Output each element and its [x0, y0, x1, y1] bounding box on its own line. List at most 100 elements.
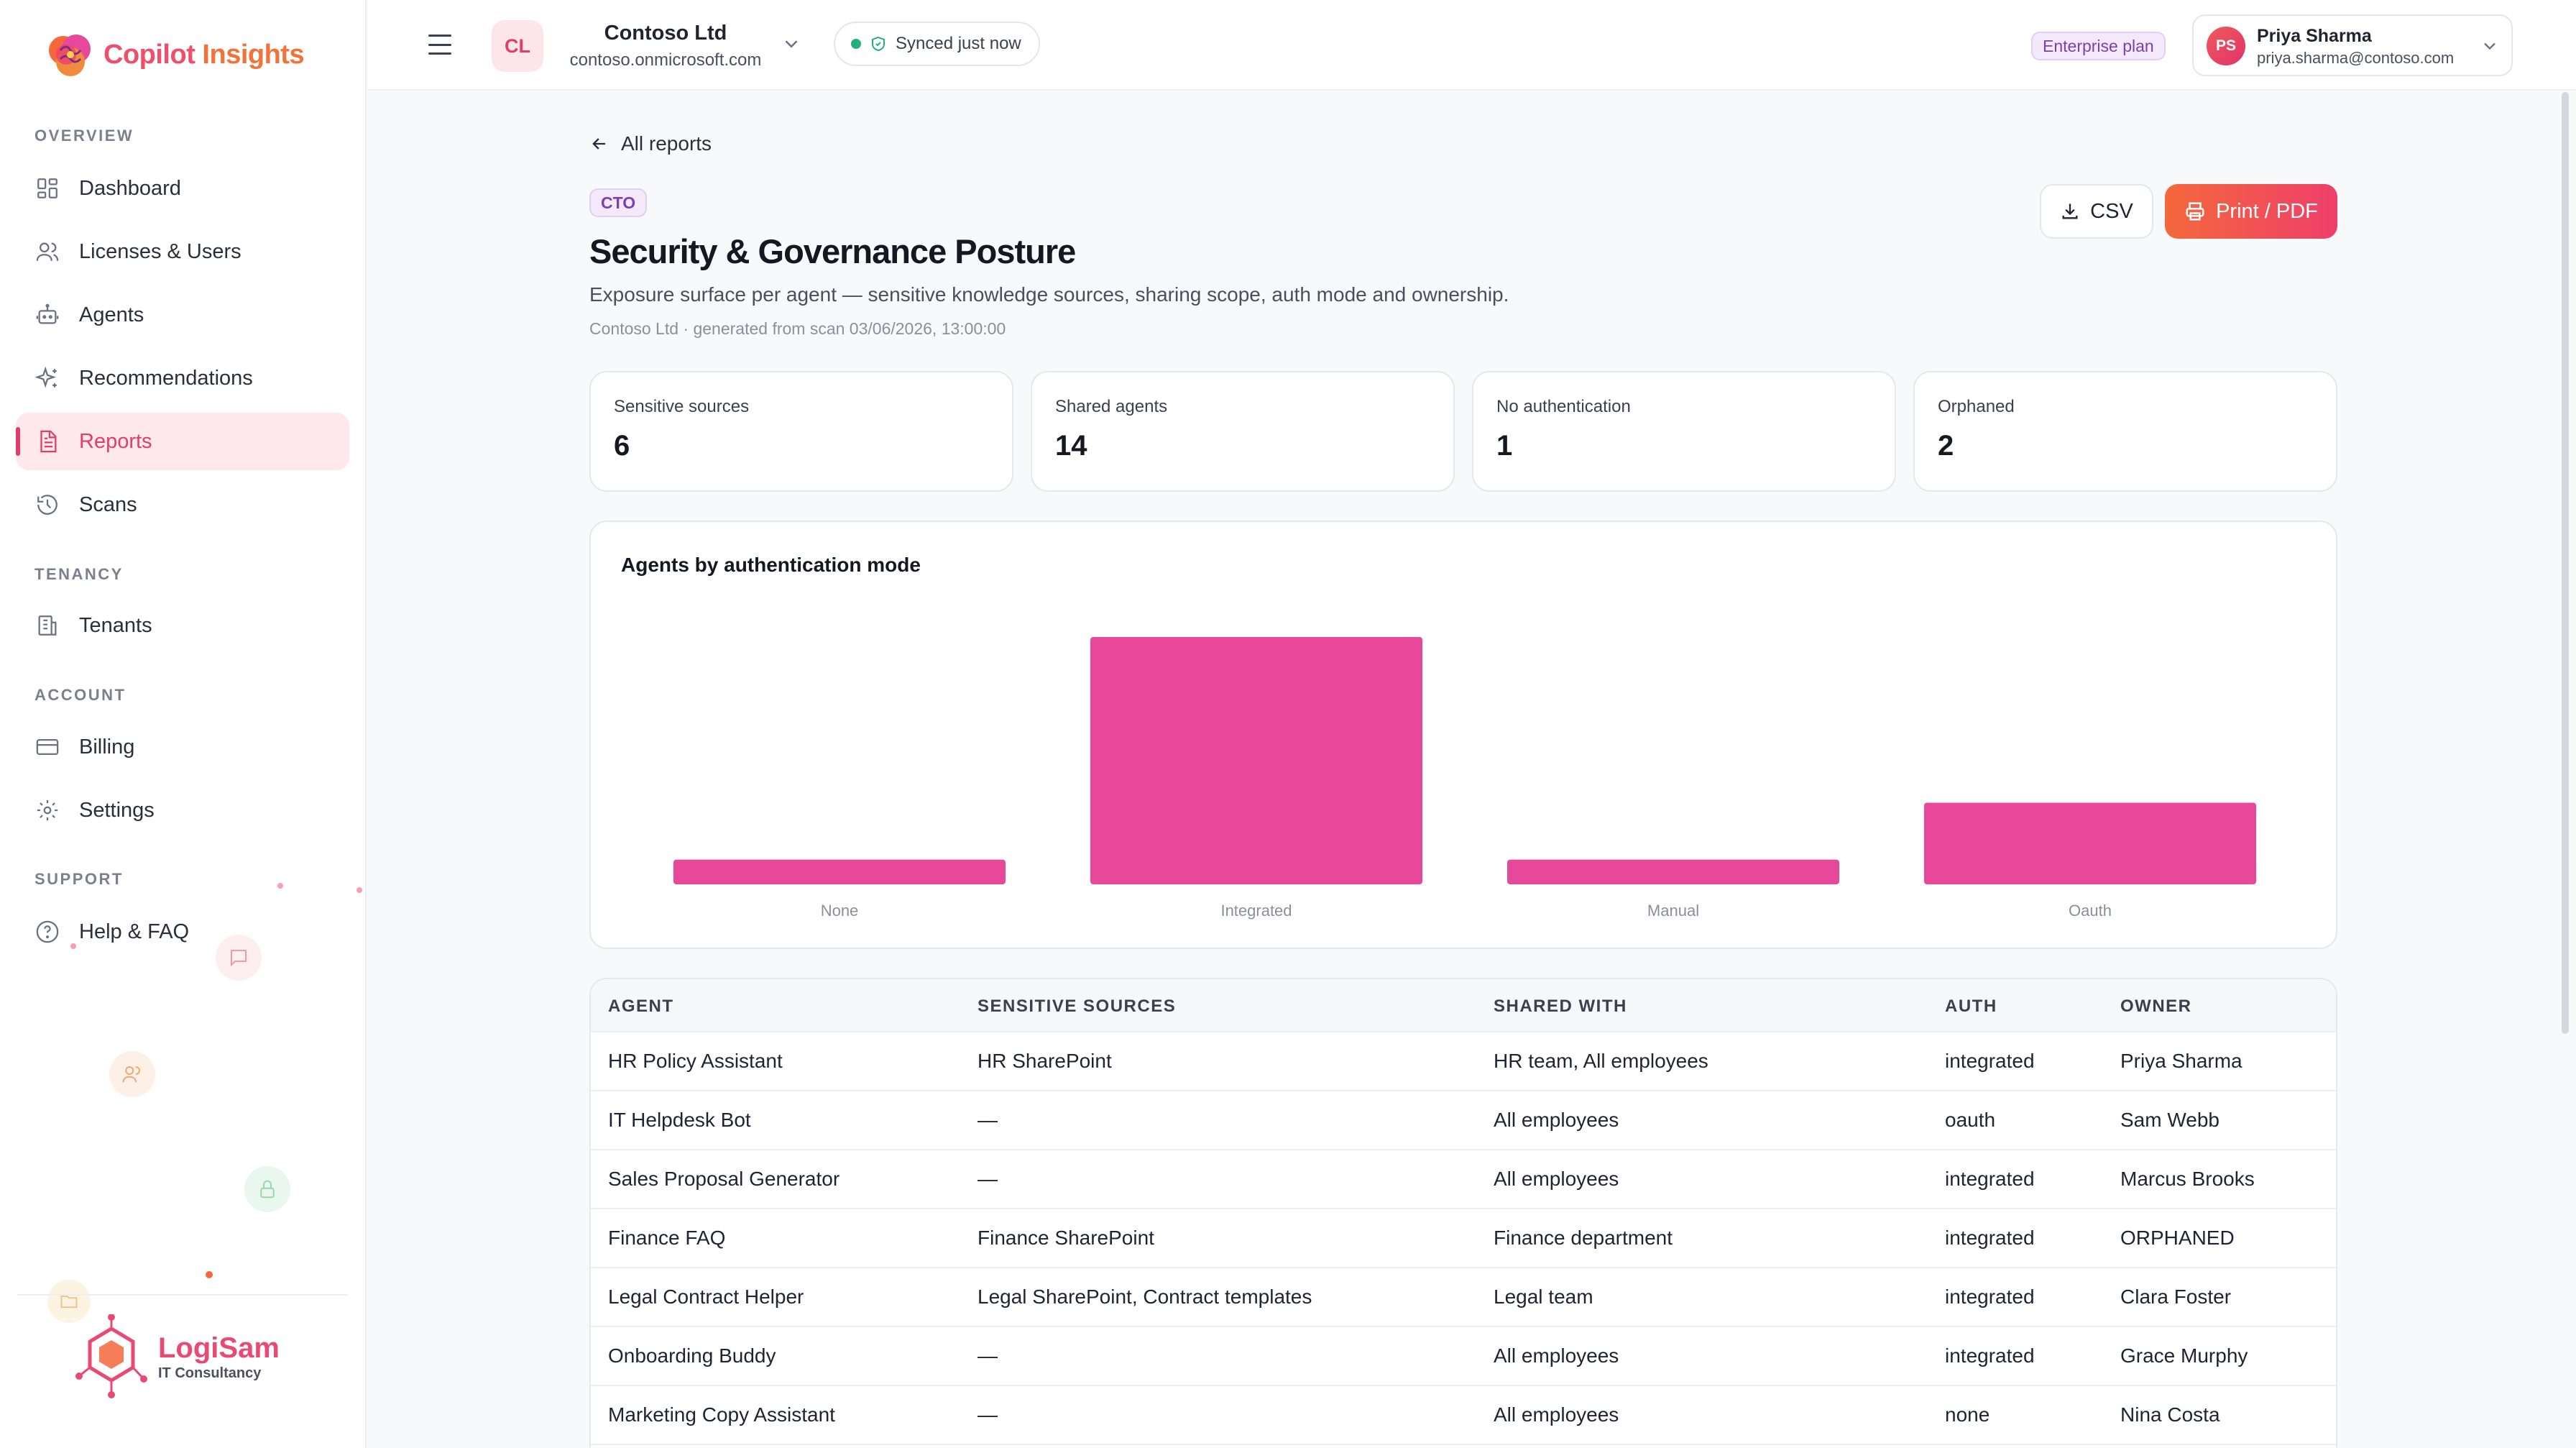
table-row[interactable]: Marketing Copy Assistant — All employees no… — [591, 1386, 2336, 1445]
table-row[interactable]: Legal Contract Helper Legal SharePoint, C… — [591, 1268, 2336, 1327]
agents-security-table: AGENT SENSITIVE SOURCES SHARED WITH AUTH… — [589, 978, 2337, 1448]
cell-sensitive-sources: — — [978, 1168, 998, 1190]
cell-auth: integrated — [1945, 1227, 2035, 1249]
bar-integrated[interactable] — [1090, 637, 1422, 884]
sidebar-item-recommendations[interactable]: Recommendations — [16, 349, 349, 407]
page-title: Security & Governance Posture — [589, 232, 1076, 270]
sidebar-item-settings[interactable]: Settings — [16, 782, 349, 839]
partner-subtitle: IT Consultancy — [158, 1365, 262, 1381]
decor-dot — [206, 1271, 213, 1278]
sidebar-item-label: Help & FAQ — [79, 920, 190, 943]
cell-owner: Grace Murphy — [2120, 1344, 2248, 1367]
cell-owner: Nina Costa — [2120, 1403, 2220, 1426]
tenant-avatar[interactable]: CL — [492, 20, 543, 72]
tenant-name[interactable]: Contoso Ltd — [558, 22, 773, 45]
x-tick-label: Oauth — [2069, 902, 2112, 920]
app-logo[interactable]: Copilot Insights — [45, 26, 305, 83]
page-meta: Contoso Ltd · generated from scan 03/06/… — [589, 319, 1006, 338]
column-header-auth[interactable]: AUTH — [1945, 996, 1997, 1017]
table-row[interactable]: Finance FAQ Finance SharePoint Finance dep… — [591, 1209, 2336, 1268]
auth-mode-bar-chart: None Integrated Manual Oauth — [673, 637, 2256, 920]
cell-shared-with: All employees — [1494, 1109, 1619, 1131]
sparkle-icon — [34, 365, 60, 391]
cell-auth: none — [1945, 1403, 1990, 1426]
column-header-agent[interactable]: AGENT — [608, 996, 674, 1017]
sidebar-item-label: Scans — [79, 492, 137, 516]
sidebar-item-label: Licenses & Users — [79, 239, 242, 263]
sidebar-item-agents[interactable]: Agents — [16, 286, 349, 344]
column-header-sensitive-sources[interactable]: SENSITIVE SOURCES — [978, 996, 1176, 1017]
x-tick-label: Integrated — [1220, 902, 1292, 920]
role-tag: CTO — [589, 188, 648, 217]
column-header-owner[interactable]: OWNER — [2120, 996, 2192, 1017]
status-dot — [851, 39, 861, 49]
lock-decor-icon — [244, 1166, 290, 1212]
print-pdf-button[interactable]: Print / PDF — [2165, 184, 2337, 239]
sidebar-item-reports[interactable]: Reports — [16, 413, 349, 470]
menu-toggle-icon[interactable] — [428, 35, 451, 55]
sync-status-badge: Synced just now — [834, 22, 1040, 66]
cell-agent: HR Policy Assistant — [608, 1050, 783, 1072]
back-link[interactable]: All reports — [589, 132, 712, 155]
cell-sensitive-sources: HR SharePoint — [978, 1050, 1112, 1072]
sidebar-item-dashboard[interactable]: Dashboard — [16, 160, 349, 217]
help-icon — [34, 919, 60, 945]
avatar: PS — [2207, 27, 2245, 65]
decor-dot — [70, 943, 76, 949]
shield-check-icon — [872, 36, 885, 52]
table-row[interactable]: HR Policy Assistant HR SharePoint HR team,… — [591, 1032, 2336, 1091]
sidebar-item-billing[interactable]: Billing — [16, 718, 349, 776]
arrow-left-icon — [592, 138, 606, 150]
column-header-shared-with[interactable]: SHARED WITH — [1494, 996, 1627, 1017]
chat-bubble-decor-icon — [216, 935, 262, 981]
cell-agent: Sales Proposal Generator — [608, 1168, 840, 1190]
cell-agent: Onboarding Buddy — [608, 1344, 776, 1367]
scrollbar[interactable] — [2562, 92, 2569, 1034]
sidebar-item-tenants[interactable]: Tenants — [16, 597, 349, 654]
plan-badge: Enterprise plan — [2031, 32, 2166, 60]
table-row[interactable]: IT Helpdesk Bot — All employees oauth Sam We… — [591, 1091, 2336, 1150]
nav-section-overview: OVERVIEW — [34, 127, 134, 145]
cell-agent: IT Helpdesk Bot — [608, 1109, 751, 1131]
sidebar: Copilot Insights OVERVIEW Dashboard Lice… — [0, 0, 367, 1448]
cell-owner: Sam Webb — [2120, 1109, 2220, 1131]
sidebar-item-help-faq[interactable]: Help & FAQ — [16, 903, 349, 961]
bar-none[interactable] — [673, 859, 1006, 884]
page-description: Exposure surface per agent — sensitive k… — [589, 283, 1509, 306]
chevron-down-icon — [2484, 42, 2496, 50]
gear-icon — [34, 797, 60, 823]
stat-label: Shared agents — [1055, 397, 1168, 416]
chevron-down-icon[interactable] — [781, 33, 802, 55]
dashboard-icon — [34, 175, 60, 201]
user-name: Priya Sharma — [2257, 26, 2372, 46]
cell-agent: Finance FAQ — [608, 1227, 726, 1249]
cell-owner: ORPHANED — [2120, 1227, 2235, 1249]
sidebar-item-scans[interactable]: Scans — [16, 476, 349, 533]
cell-shared-with: HR team, All employees — [1494, 1050, 1708, 1072]
stat-label: Orphaned — [1938, 397, 2015, 416]
sidebar-divider — [17, 1294, 348, 1296]
sidebar-item-label: Tenants — [79, 613, 152, 637]
print-button-label: Print / PDF — [2216, 199, 2318, 223]
sidebar-item-licenses-users[interactable]: Licenses & Users — [16, 223, 349, 280]
bar-oauth[interactable] — [1924, 802, 2256, 884]
stat-card-no-authentication: No authentication 1 — [1472, 371, 1896, 492]
download-icon — [2062, 203, 2078, 219]
user-menu[interactable]: PS Priya Sharma priya.sharma@contoso.com — [2192, 14, 2513, 76]
cell-sensitive-sources: — — [978, 1109, 998, 1131]
cell-shared-with: Legal team — [1494, 1286, 1593, 1308]
printer-icon — [2186, 202, 2204, 221]
cell-owner: Priya Sharma — [2120, 1050, 2242, 1072]
bar-manual[interactable] — [1507, 859, 1839, 884]
cell-sensitive-sources: Finance SharePoint — [978, 1227, 1154, 1249]
cell-auth: integrated — [1945, 1168, 2035, 1190]
history-icon — [34, 492, 60, 518]
building-icon — [34, 613, 60, 638]
table-row[interactable]: Sales Proposal Generator — All employees in… — [591, 1150, 2336, 1209]
partner-logo[interactable]: LogiSam IT Consultancy — [72, 1314, 280, 1401]
table-row[interactable]: Onboarding Buddy — All employees integrated… — [591, 1327, 2336, 1386]
stat-value: 6 — [614, 430, 630, 462]
cell-shared-with: All employees — [1494, 1344, 1619, 1367]
stat-card-shared-agents: Shared agents 14 — [1031, 371, 1455, 492]
csv-button[interactable]: CSV — [2040, 184, 2153, 239]
